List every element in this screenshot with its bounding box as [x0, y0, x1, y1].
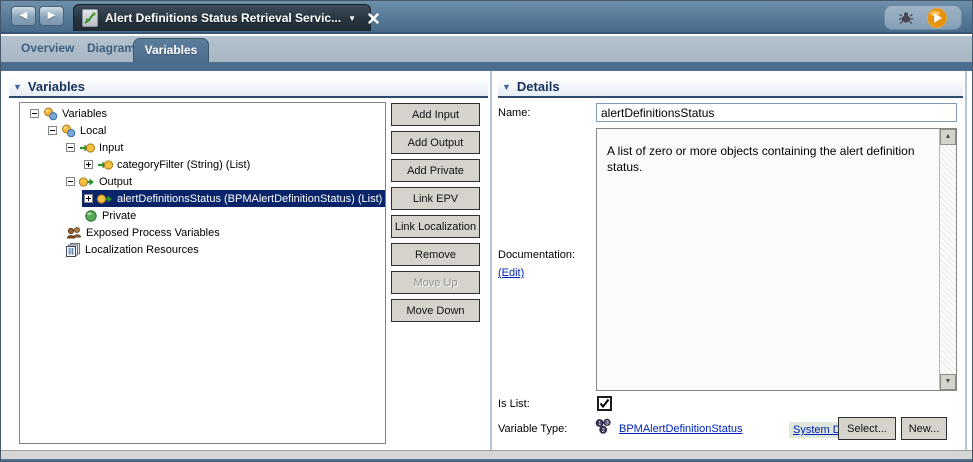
run-toolbar [884, 5, 962, 30]
is-list-checkbox[interactable] [597, 396, 612, 411]
app-window: ◀ ▶ Alert Definitions Status Retrieval S… [0, 0, 973, 462]
forward-button[interactable]: ▶ [39, 6, 64, 26]
svg-text:2: 2 [602, 428, 605, 434]
tab-diagram[interactable]: Diagram [87, 41, 135, 55]
tree-item-label: Output [99, 175, 133, 188]
expand-icon[interactable] [84, 160, 93, 169]
tree-item-label: alertDefinitionsStatus (BPMAlertDefiniti… [117, 192, 383, 205]
tree-item-label: Local [80, 124, 107, 137]
tree-item-label: Private [102, 209, 137, 222]
chevron-down-icon[interactable]: ▼ [348, 14, 356, 23]
service-icon [82, 9, 98, 27]
title-bar: ◀ ▶ Alert Definitions Status Retrieval S… [1, 1, 972, 34]
edit-documentation-link[interactable]: (Edit) [498, 267, 524, 279]
localization-icon [66, 242, 81, 257]
input-icon [79, 141, 95, 155]
tree-item-label: categoryFilter (String) (List) [117, 158, 251, 171]
scroll-down-icon[interactable]: ▼ [940, 374, 956, 390]
tree-item-label: Exposed Process Variables [86, 226, 220, 239]
svg-text:1: 1 [598, 421, 601, 427]
documentation-label: Documentation: [498, 249, 576, 261]
collapse-icon[interactable] [66, 143, 75, 152]
scroll-up-icon[interactable]: ▲ [940, 129, 956, 145]
variables-panel-title: Variables [27, 79, 86, 94]
output-icon [79, 175, 95, 189]
tree-item-exposed-process-variables[interactable]: Exposed Process Variables [20, 224, 385, 241]
tree-item-output[interactable]: Output [20, 173, 385, 190]
link-localization-button[interactable]: Link Localization [391, 215, 480, 238]
private-icon [84, 209, 98, 223]
tree-item-alertdefinitionsstatus-bpmalertdefinitio[interactable]: alertDefinitionsStatus (BPMAlertDefiniti… [20, 190, 385, 207]
document-title: Alert Definitions Status Retrieval Servi… [105, 11, 342, 25]
document-tab[interactable]: Alert Definitions Status Retrieval Servi… [73, 4, 379, 31]
variables-icon [43, 107, 58, 121]
variables-tree[interactable]: Variables Local Input categoryFilter (Strin… [19, 102, 386, 444]
epv-icon [66, 226, 82, 240]
variable-type-link[interactable]: BPMAlertDefinitionStatus [619, 423, 743, 435]
documentation-scrollbar[interactable]: ▲ ▼ [939, 129, 956, 390]
variables-icon [61, 124, 76, 138]
tree-item-localization-resources[interactable]: Localization Resources [20, 241, 385, 258]
select-type-button[interactable]: Select... [838, 417, 896, 440]
collapse-icon[interactable] [30, 109, 39, 118]
collapse-triangle-icon[interactable]: ▼ [13, 82, 22, 92]
is-list-label: Is List: [498, 398, 530, 410]
move-up-button[interactable]: Move Up [391, 271, 480, 294]
collapse-icon[interactable] [48, 126, 57, 135]
tab-accent-strip [1, 62, 972, 71]
add-output-button[interactable]: Add Output [391, 131, 480, 154]
name-label: Name: [498, 107, 531, 119]
svg-text:3: 3 [606, 420, 609, 426]
tree-item-label: Localization Resources [85, 243, 199, 256]
tree-item-label: Variables [62, 107, 108, 120]
tree-item-label: Input [99, 141, 124, 154]
name-input[interactable] [596, 103, 957, 122]
expand-icon[interactable] [84, 194, 93, 203]
output-icon [97, 192, 113, 206]
variables-panel-header: ▼ Variables [9, 77, 488, 98]
tree-item-categoryfilter-string-list[interactable]: categoryFilter (String) (List) [20, 156, 385, 173]
input-icon [97, 158, 113, 172]
link-epv-button[interactable]: Link EPV [391, 187, 480, 210]
documentation-box: A list of zero or more objects containin… [596, 128, 957, 391]
debug-icon[interactable] [898, 11, 914, 25]
details-panel-header: ▼ Details [498, 77, 963, 98]
move-down-button[interactable]: Move Down [391, 299, 480, 322]
status-strip [1, 450, 972, 459]
editor-tab-bar: Overview Diagram Variables [1, 36, 972, 62]
collapse-triangle-icon[interactable]: ▼ [502, 82, 511, 92]
documentation-text[interactable]: A list of zero or more objects containin… [597, 129, 939, 390]
tree-item-variables[interactable]: Variables [20, 105, 385, 122]
add-private-button[interactable]: Add Private [391, 159, 480, 182]
add-input-button[interactable]: Add Input [391, 103, 480, 126]
tab-variables[interactable]: Variables [133, 38, 209, 62]
details-panel-title: Details [516, 79, 560, 94]
collapse-icon[interactable] [66, 177, 75, 186]
variable-type-icon: 1 3 2 [595, 418, 612, 440]
close-icon[interactable] [368, 12, 379, 24]
tab-overview[interactable]: Overview [21, 41, 74, 55]
variable-type-label: Variable Type: [498, 423, 568, 435]
tree-item-private[interactable]: Private [20, 207, 385, 224]
play-icon[interactable] [926, 7, 948, 29]
new-type-button[interactable]: New... [901, 417, 947, 440]
tree-item-input[interactable]: Input [20, 139, 385, 156]
back-button[interactable]: ◀ [11, 6, 36, 26]
remove-button[interactable]: Remove [391, 243, 480, 266]
panel-divider[interactable] [490, 71, 492, 450]
editor-content: ▼ Variables Variables Local Input categoryF… [1, 71, 972, 450]
tree-item-local[interactable]: Local [20, 122, 385, 139]
panel-right-edge [965, 71, 967, 450]
